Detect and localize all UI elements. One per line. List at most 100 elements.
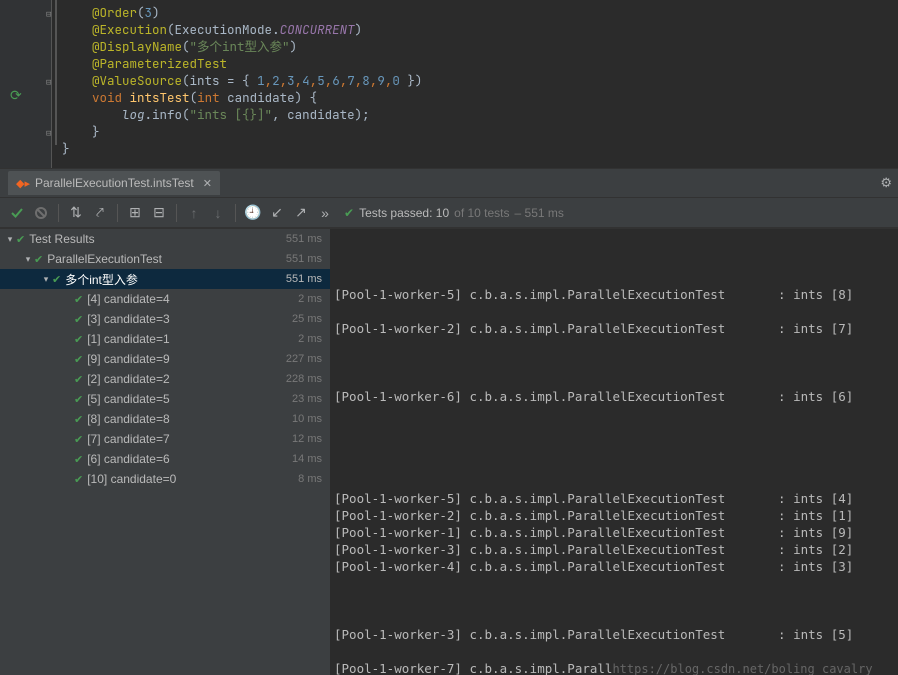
tree-item[interactable]: ✔[4] candidate=42 ms: [0, 289, 330, 309]
check-icon: ✔: [74, 313, 83, 326]
duration: 551 ms: [286, 253, 322, 265]
run-tab[interactable]: ◆▸ ParallelExecutionTest.intsTest ✕: [8, 171, 220, 195]
duration: 23 ms: [292, 393, 322, 405]
tree-item[interactable]: ✔[3] candidate=325 ms: [0, 309, 330, 329]
next-button[interactable]: ↓: [207, 202, 229, 224]
duration: 228 ms: [286, 373, 322, 385]
tree-label: [4] candidate=4: [87, 292, 169, 306]
check-icon: ✔: [74, 333, 83, 346]
tree-item[interactable]: ✔[9] candidate=9227 ms: [0, 349, 330, 369]
code-line[interactable]: void intsTest(int candidate) {: [62, 89, 898, 106]
run-tab-label: ParallelExecutionTest.intsTest: [35, 176, 194, 190]
console-line: [334, 592, 894, 609]
console-line: [Pool-1-worker-7] c.b.a.s.impl.Parall: [334, 661, 612, 675]
separator: [235, 204, 236, 222]
check-icon: ✔: [74, 433, 83, 446]
fold-icon[interactable]: ⊟: [46, 74, 51, 91]
tree-item[interactable]: ✔ [10] candidate=0 8 ms: [0, 469, 330, 489]
code-line[interactable]: @ParameterizedTest: [62, 55, 898, 72]
tree-label: [7] candidate=7: [87, 432, 169, 446]
test-toolbar: ⇅ ⤤ ⊞ ⊟ ↑ ↓ 🕘 ↙ ↗ » ✔ Tests passed: 10 o…: [0, 198, 898, 228]
tree-label: [10] candidate=0: [87, 472, 176, 486]
tree-label: Test Results: [29, 232, 94, 246]
code-line[interactable]: }: [62, 123, 898, 140]
tree-root[interactable]: ▾ ✔ Test Results 551 ms: [0, 229, 330, 249]
expand-button[interactable]: ⊞: [124, 202, 146, 224]
code-line[interactable]: log.info("ints [{}]", candidate);: [62, 106, 898, 123]
run-gutter-icon[interactable]: ⟳: [10, 88, 22, 105]
tree-label: [8] candidate=8: [87, 412, 169, 426]
import-button[interactable]: ↙: [266, 202, 288, 224]
more-button[interactable]: »: [314, 202, 336, 224]
tree-label: [6] candidate=6: [87, 452, 169, 466]
watermark: https://blog.csdn.net/boling_cavalry: [612, 662, 872, 675]
show-passed-button[interactable]: [6, 202, 28, 224]
fold-icon[interactable]: ⊟: [46, 6, 51, 23]
duration: 14 ms: [292, 453, 322, 465]
duration: 12 ms: [292, 433, 322, 445]
history-button[interactable]: 🕘: [242, 202, 264, 224]
check-icon: ✔: [74, 473, 83, 486]
console-line: [334, 405, 894, 422]
duration: 551 ms: [286, 233, 322, 245]
tree-label: [1] candidate=1: [87, 332, 169, 346]
tree-group[interactable]: ▾ ✔ 多个int型入参 551 ms: [0, 269, 330, 289]
tree-label: [9] candidate=9: [87, 352, 169, 366]
collapse-button[interactable]: ⊟: [148, 202, 170, 224]
tree-item[interactable]: ✔[6] candidate=614 ms: [0, 449, 330, 469]
console-line: [Pool-1-worker-2] c.b.a.s.impl.ParallelE…: [334, 507, 894, 524]
run-config-icon: ◆▸: [16, 177, 30, 190]
tree-item[interactable]: ✔[1] candidate=12 ms: [0, 329, 330, 349]
duration: 25 ms: [292, 313, 322, 325]
sort-button[interactable]: ⇅: [65, 202, 87, 224]
duration: 8 ms: [298, 473, 322, 485]
test-status: ✔ Tests passed: 10 of 10 tests – 551 ms: [344, 206, 564, 220]
separator: [58, 204, 59, 222]
code-editor[interactable]: ⟳ ⊟ ⊟ ⊟ @Order(3) @Execution(ExecutionMo…: [0, 0, 898, 168]
tree-label: ParallelExecutionTest: [47, 252, 162, 266]
fold-icon[interactable]: ⊟: [46, 125, 51, 142]
prev-button[interactable]: ↑: [183, 202, 205, 224]
console-line: [334, 575, 894, 592]
console-line: [Pool-1-worker-3] c.b.a.s.impl.ParallelE…: [334, 541, 894, 558]
code-line[interactable]: @ValueSource(ints = { 1,2,3,4,5,6,7,8,9,…: [62, 72, 898, 89]
tree-item[interactable]: ✔[2] candidate=2228 ms: [0, 369, 330, 389]
duration: 551 ms: [286, 273, 322, 285]
sort-alpha-button[interactable]: ⤤: [89, 202, 111, 224]
export-button[interactable]: ↗: [290, 202, 312, 224]
gear-icon[interactable]: ⚙: [880, 175, 892, 191]
check-icon: ✔: [344, 206, 354, 220]
tree-item[interactable]: ✔[5] candidate=523 ms: [0, 389, 330, 409]
tree-item[interactable]: ✔ [8] candidate=8 10 ms: [0, 409, 330, 429]
tree-label: 多个int型入参: [65, 271, 138, 288]
duration: 227 ms: [286, 353, 322, 365]
test-tree[interactable]: ▾ ✔ Test Results 551 ms ▾ ✔ ParallelExec…: [0, 229, 330, 675]
code-line[interactable]: @Execution(ExecutionMode.CONCURRENT): [62, 21, 898, 38]
code-line[interactable]: }: [62, 140, 898, 157]
code-line[interactable]: @Order(3): [62, 4, 898, 21]
close-icon[interactable]: ✕: [203, 177, 212, 190]
check-icon: ✔: [34, 253, 43, 266]
console-line: [334, 337, 894, 354]
check-icon: ✔: [74, 373, 83, 386]
check-icon: ✔: [74, 413, 83, 426]
console-line: [Pool-1-worker-3] c.b.a.s.impl.ParallelE…: [334, 626, 894, 643]
console-line: [334, 371, 894, 388]
console-line: [334, 303, 894, 320]
chevron-down-icon[interactable]: ▾: [40, 274, 52, 285]
separator: [117, 204, 118, 222]
show-ignored-button[interactable]: [30, 202, 52, 224]
console-line: [Pool-1-worker-2] c.b.a.s.impl.ParallelE…: [334, 320, 894, 337]
tree-class[interactable]: ▾ ✔ ParallelExecutionTest 551 ms: [0, 249, 330, 269]
check-icon: ✔: [16, 233, 25, 246]
console-output[interactable]: [Pool-1-worker-5] c.b.a.s.impl.ParallelE…: [330, 229, 898, 675]
code-line[interactable]: @DisplayName("多个int型入参"): [62, 38, 898, 55]
console-line: [334, 456, 894, 473]
console-line: [Pool-1-worker-4] c.b.a.s.impl.ParallelE…: [334, 558, 894, 575]
tree-item[interactable]: ✔ [7] candidate=7 12 ms: [0, 429, 330, 449]
chevron-down-icon[interactable]: ▾: [4, 234, 16, 245]
console-line: [334, 422, 894, 439]
duration: 10 ms: [292, 413, 322, 425]
check-icon: ✔: [52, 273, 61, 286]
chevron-down-icon[interactable]: ▾: [22, 254, 34, 265]
